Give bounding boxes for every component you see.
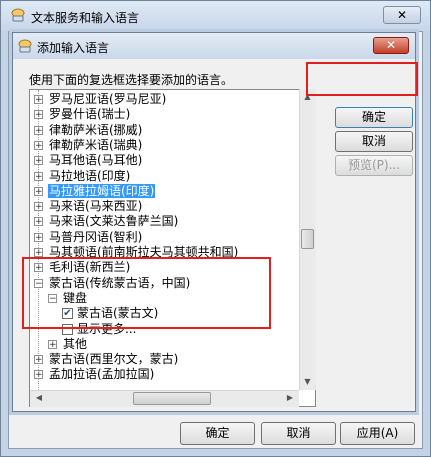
tree-item-label: 马来语(马来西亚) — [49, 199, 143, 214]
expand-icon[interactable]: + — [48, 339, 57, 349]
tree-item[interactable]: + 马拉地语(印度) — [34, 168, 131, 184]
cancel-button[interactable]: 取消 — [335, 131, 413, 152]
tree-item[interactable]: + 马拉雅拉姆语(印度) — [34, 183, 156, 199]
expand-icon[interactable]: + — [34, 140, 43, 150]
tree-item[interactable]: + 蒙古语(西里尔文，蒙古) — [34, 352, 179, 367]
tree-item-label: 孟加拉语(孟加拉国) — [49, 367, 155, 382]
expand-icon[interactable]: + — [34, 110, 43, 120]
tree-item-label: 马来语(文莱达鲁萨兰国) — [49, 214, 179, 229]
outer-title-bar: 文本服务和输入语言 — [1, 1, 430, 31]
tree-item[interactable]: + 罗马尼亚语(罗马尼亚) — [34, 92, 167, 107]
expand-icon[interactable]: + — [34, 125, 43, 135]
expand-icon[interactable]: + — [34, 171, 43, 181]
expand-icon[interactable]: + — [34, 202, 43, 212]
dialog-title-bar: 添加输入语言 — [13, 33, 415, 59]
scroll-right-icon[interactable]: ▶ — [284, 393, 296, 402]
keyboard-globe-icon — [10, 7, 26, 23]
expand-icon[interactable]: + — [34, 370, 43, 380]
tree-item-label: 其他 — [63, 336, 88, 351]
expand-icon[interactable]: + — [34, 217, 43, 227]
scroll-down-icon[interactable]: ▼ — [301, 377, 314, 386]
tree-item-label: 罗马尼亚语(罗马尼亚) — [49, 92, 167, 106]
tree-item[interactable]: + 马普丹冈语(智利) — [34, 229, 143, 245]
outer-title: 文本服务和输入语言 — [31, 11, 140, 25]
ok-highlight-box — [306, 62, 418, 96]
tree-item[interactable]: + 律勒萨米语(挪威) — [34, 122, 143, 138]
tree-item[interactable]: + 马来语(马来西亚) — [34, 199, 143, 214]
mongolian-highlight-box — [22, 257, 271, 329]
ok-button[interactable]: 确定 — [335, 107, 413, 128]
tree-item-label: 马拉地语(印度) — [49, 168, 131, 183]
tree-item-label: 马普丹冈语(智利) — [49, 229, 143, 244]
outer-ok-button[interactable]: 确定 — [180, 422, 255, 445]
dialog-title: 添加输入语言 — [37, 41, 110, 55]
expand-icon[interactable]: + — [34, 156, 43, 166]
tree-item[interactable]: + 其他 — [48, 336, 88, 352]
instruction-text: 使用下面的复选框选择要添加的语言。 — [29, 73, 234, 87]
tree-item[interactable]: + 孟加拉语(孟加拉国) — [34, 367, 155, 382]
keyboard-globe-icon — [17, 38, 33, 54]
tree-item-label: 马拉雅拉姆语(印度) — [48, 183, 156, 198]
tree-item-label: 律勒萨米语(挪威) — [49, 122, 143, 137]
tree-item-label: 罗曼什语(瑞士) — [49, 107, 131, 122]
expand-icon[interactable]: + — [34, 186, 43, 196]
tree-item-label: 马耳他语(马耳他) — [49, 153, 143, 168]
horizontal-scroll-thumb[interactable] — [133, 392, 211, 405]
tree-item-label: 蒙古语(西里尔文，蒙古) — [49, 352, 179, 367]
tree-item[interactable]: + 罗曼什语(瑞士) — [34, 107, 131, 122]
expand-icon[interactable]: + — [34, 95, 43, 105]
language-tree[interactable]: + 罗马尼亚语(罗马尼亚) + 罗曼什语(瑞士) + 律勒萨米语(挪威) + 律勒萨米语(瑞典… — [29, 89, 316, 407]
vertical-scroll-thumb[interactable] — [301, 229, 314, 249]
preview-button[interactable]: 预览(P)... — [335, 155, 413, 176]
expand-icon[interactable]: + — [34, 232, 43, 242]
dialog-close-button[interactable]: ✕ — [373, 37, 409, 54]
outer-cancel-button[interactable]: 取消 — [261, 422, 336, 445]
outer-close-button[interactable]: ✕ — [383, 6, 421, 24]
tree-item[interactable]: + 马耳他语(马耳他) — [34, 153, 143, 168]
outer-apply-button[interactable]: 应用(A) — [340, 422, 415, 445]
expand-icon[interactable]: + — [34, 248, 43, 258]
tree-item-label: 律勒萨米语(瑞典) — [49, 137, 143, 152]
scroll-left-icon[interactable]: ◀ — [33, 393, 45, 402]
tree-item[interactable]: + 律勒萨米语(瑞典) — [34, 137, 143, 153]
tree-item[interactable]: + 马来语(文莱达鲁萨兰国) — [34, 214, 179, 229]
expand-icon[interactable]: + — [34, 355, 43, 365]
